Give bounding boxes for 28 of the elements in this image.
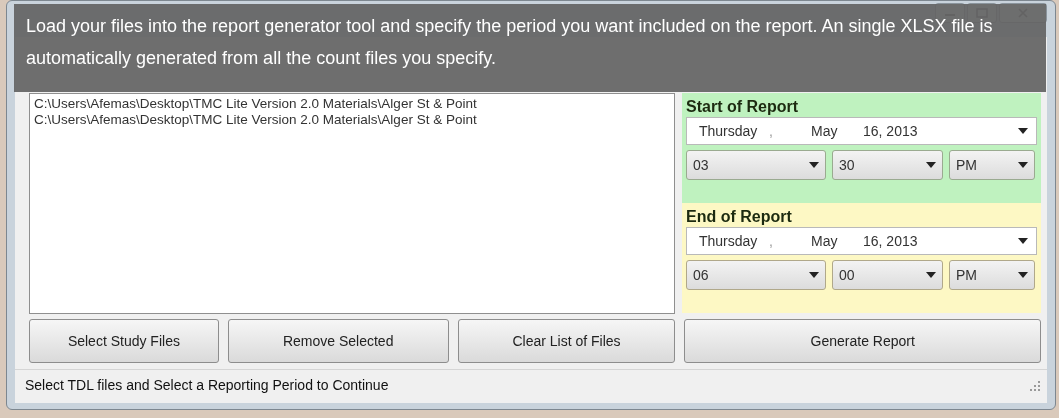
minute-dropdown[interactable]: 00 xyxy=(832,260,943,290)
status-text: Select TDL files and Select a Reporting Period to Continue xyxy=(25,376,389,395)
caret-icon xyxy=(809,162,819,168)
caret-icon xyxy=(1018,272,1028,278)
action-button[interactable]: Remove Selected xyxy=(227,319,449,363)
ampm-dropdown[interactable]: PM xyxy=(949,260,1035,290)
caret-icon xyxy=(1018,162,1028,168)
action-button[interactable]: Clear List of Files xyxy=(457,319,676,363)
date-picker[interactable]: Thursday , May 16, 2013 xyxy=(686,117,1037,145)
file-list-item[interactable]: C:\Users\Afemas\Desktop\TMC Lite Version 2.0 Materials\Alger St & Point xyxy=(34,96,670,112)
caret-icon xyxy=(926,272,936,278)
caret-icon xyxy=(1018,128,1028,134)
file-list-item[interactable]: C:\Users\Afemas\Desktop\TMC Lite Version 2.0 Materials\Alger St & Point xyxy=(34,112,670,128)
date-picker[interactable]: Thursday , May 16, 2013 xyxy=(686,227,1037,255)
action-button[interactable]: Select Study Files xyxy=(29,319,219,363)
action-button[interactable]: Generate Report xyxy=(684,319,1041,363)
period-title: End of Report xyxy=(686,207,793,227)
tooltip: Load your files into the report generator tool and specify the period you want included on the report. An single XLSX file is automatically generated from all the count files you specify. xyxy=(14,4,1046,92)
caret-icon xyxy=(926,162,936,168)
resize-grip-icon[interactable] xyxy=(1029,379,1041,392)
hour-dropdown[interactable]: 06 xyxy=(686,260,826,290)
period-title: Start of Report xyxy=(686,97,799,117)
file-list[interactable]: C:\Users\Afemas\Desktop\TMC Lite Version 2.0 Materials\Alger St & Point C:\Users\Afemas\Desktop\TMC Lite Version 2.0 Materials\Alger St & Point xyxy=(29,93,675,314)
ampm-dropdown[interactable]: PM xyxy=(949,150,1035,180)
minute-dropdown[interactable]: 30 xyxy=(832,150,943,180)
caret-icon xyxy=(1018,238,1028,244)
caret-icon xyxy=(809,272,819,278)
hour-dropdown[interactable]: 03 xyxy=(686,150,826,180)
